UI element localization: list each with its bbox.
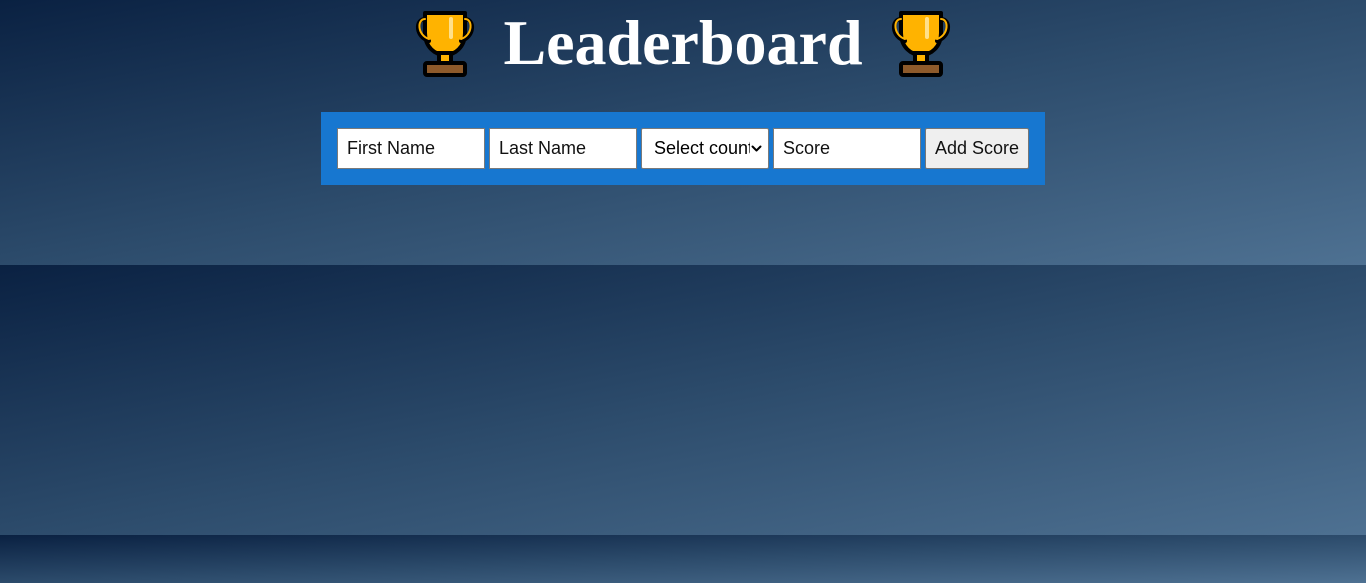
page-background-middle — [0, 265, 1366, 535]
add-score-button[interactable]: Add Score — [925, 128, 1029, 169]
add-score-form: Select country Add Score — [321, 112, 1045, 185]
page-title: Leaderboard — [503, 7, 863, 78]
last-name-input[interactable] — [489, 128, 637, 169]
page-background-bottom — [0, 535, 1366, 583]
score-input[interactable] — [773, 128, 921, 169]
first-name-input[interactable] — [337, 128, 485, 169]
country-select[interactable]: Select country — [641, 128, 769, 169]
trophy-icon — [416, 11, 475, 77]
country-select-value: Select country — [654, 138, 750, 158]
page-header: Leaderboard — [0, 4, 1366, 82]
chevron-down-icon — [751, 145, 762, 152]
trophy-icon — [891, 11, 950, 77]
